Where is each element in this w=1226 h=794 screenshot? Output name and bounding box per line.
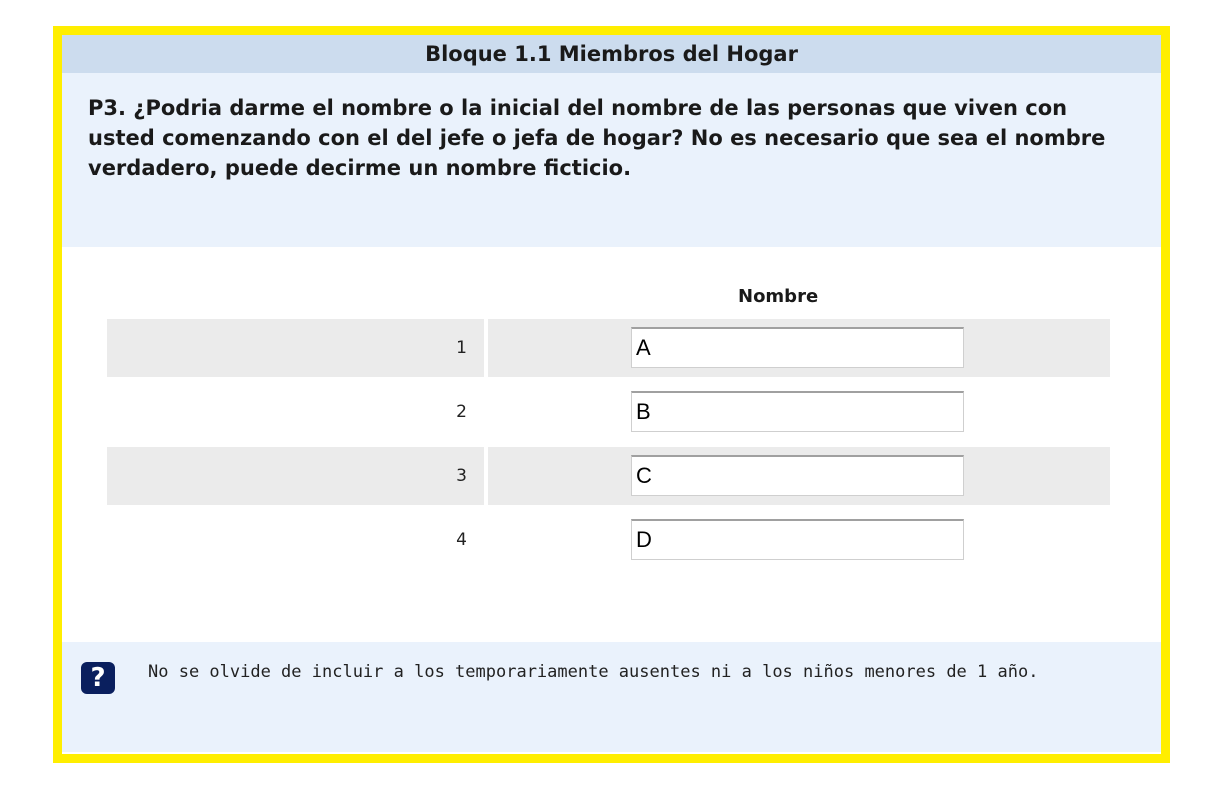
row-number: 2 bbox=[456, 402, 467, 422]
table-row: 3 bbox=[107, 447, 1110, 505]
question-text: P3. ¿Podria darme el nombre o la inicial… bbox=[62, 73, 1161, 247]
input-cell bbox=[488, 383, 1110, 441]
column-header-nombre: Nombre bbox=[738, 286, 819, 307]
input-cell bbox=[488, 447, 1110, 505]
input-cell bbox=[488, 511, 1110, 569]
help-box: ? No se olvide de incluir a los temporar… bbox=[62, 642, 1161, 752]
question-icon[interactable]: ? bbox=[81, 662, 115, 694]
help-text: No se olvide de incluir a los temporaria… bbox=[148, 662, 1039, 682]
row-number: 4 bbox=[456, 530, 467, 550]
nombre-input-2[interactable] bbox=[631, 391, 964, 432]
nombre-input-4[interactable] bbox=[631, 519, 964, 560]
row-number: 1 bbox=[107, 319, 484, 377]
block-title: Bloque 1.1 Miembros del Hogar bbox=[62, 35, 1161, 73]
table-row: 4 bbox=[107, 511, 1110, 569]
table-row: 2 bbox=[107, 383, 1110, 441]
survey-panel: Bloque 1.1 Miembros del Hogar P3. ¿Podri… bbox=[53, 26, 1170, 763]
table-row: 1 bbox=[107, 319, 1110, 377]
row-number: 3 bbox=[107, 447, 484, 505]
nombre-input-3[interactable] bbox=[631, 455, 964, 496]
nombre-input-1[interactable] bbox=[631, 327, 964, 368]
input-cell bbox=[488, 319, 1110, 377]
